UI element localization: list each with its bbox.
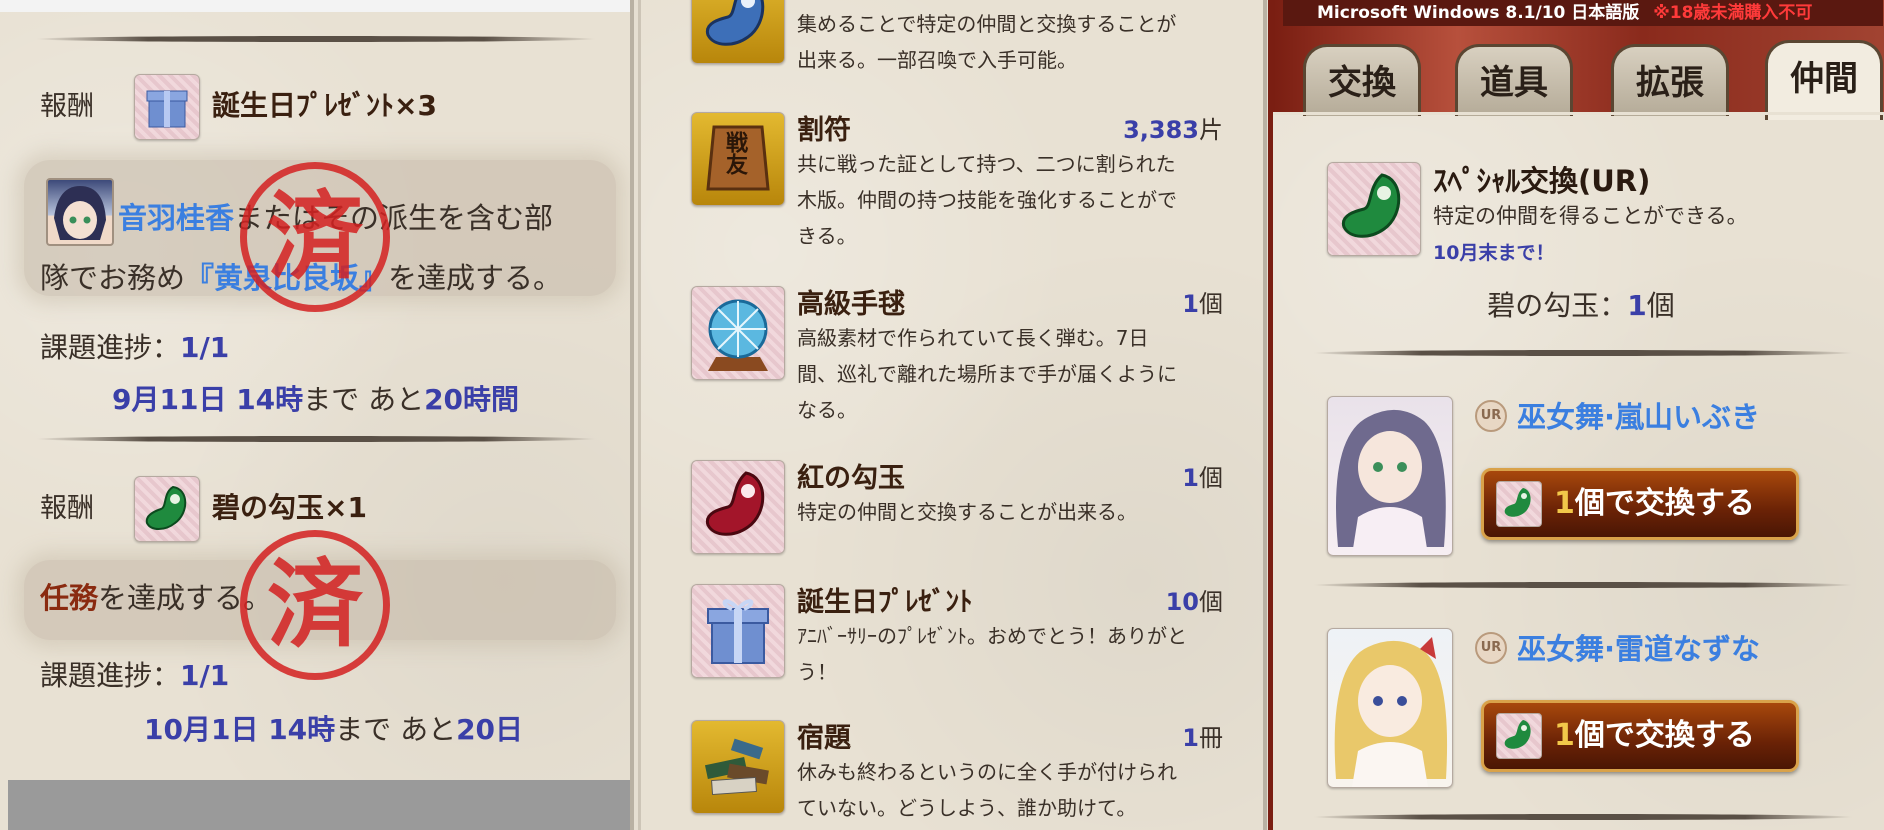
exchange-button-label: 1個で交換する <box>1554 486 1755 521</box>
mission-panel: 報酬 誕生日ﾌﾟﾚｾﾞﾝﾄ×3 音羽桂香またはその派生を含む部 隊でお務め『黄泉… <box>0 0 634 830</box>
requirement-text: 隊でお務め <box>40 261 186 295</box>
special-exchange-deadline: 10月末まで！ <box>1433 242 1555 264</box>
divider <box>36 36 596 42</box>
blue-magatama-icon <box>691 0 785 64</box>
deadline-line: 9月11日 14時まで あと20時間 <box>112 378 519 418</box>
ad-banner[interactable]: Microsoft Windows 8.1/10 日本語版 ※18歳未満購入不可 <box>1283 0 1883 26</box>
tab-baseline <box>1273 112 1884 115</box>
gift-box-icon <box>134 74 200 140</box>
exchange-button[interactable]: 1個で交換する <box>1481 468 1799 540</box>
reward-item-name: 誕生日ﾌﾟﾚｾﾞﾝﾄ×3 <box>212 89 437 122</box>
task-link[interactable]: 任務 <box>40 581 98 615</box>
progress-value: 1/1 <box>180 659 230 692</box>
exchange-panel: Microsoft Windows 8.1/10 日本語版 ※18歳未満購入不可… <box>1268 0 1884 830</box>
item-description: 木版。仲間の持つ技能を強化することがで <box>797 188 1177 212</box>
item-name: 誕生日ﾌﾟﾚｾﾞﾝﾄ <box>797 587 973 618</box>
green-magatama-icon <box>134 476 200 542</box>
item-description: 集めることで特定の仲間と交換することが <box>797 12 1177 36</box>
progress-value: 1/1 <box>180 331 230 364</box>
item-description: ｱﾆﾊﾞｰｻﾘｰのﾌﾟﾚｾﾞﾝﾄ。おめでとう！ありがと <box>797 624 1187 648</box>
divider <box>36 436 596 442</box>
completed-stamp: 済 <box>240 162 390 312</box>
deadline-remaining: 20時間 <box>424 383 520 416</box>
banner-text: Microsoft Windows 8.1/10 日本語版 <box>1317 3 1640 23</box>
item-description: 共に戦った証として持つ、二つに割られた <box>797 152 1176 176</box>
tally-tablet-icon: 戦友 <box>691 112 785 206</box>
progress-line: 課題進捗：1/1 <box>40 326 229 366</box>
item-list-panel: 集めることで特定の仲間と交換することが 出来る。一部召喚で入手可能。 戦友 割符… <box>638 0 1267 830</box>
item-name: 高級手毬 <box>797 289 905 320</box>
item-description: 特定の仲間と交換することが出来る。 <box>797 500 1137 524</box>
divider <box>1313 814 1853 820</box>
tab-tools[interactable]: 道具 <box>1455 44 1573 116</box>
item-description: きる。 <box>797 224 857 248</box>
item-description: 休みも終わるというのに全く手が付けられ <box>797 760 1177 784</box>
ur-rarity-icon: UR <box>1475 400 1507 432</box>
companion-name-link[interactable]: 巫女舞·雷道なずな <box>1517 626 1760 668</box>
exchange-button-label: 1個で交換する <box>1554 718 1755 753</box>
divider <box>1313 582 1853 588</box>
green-magatama-icon <box>1496 713 1542 759</box>
stock-label: 碧の勾玉： <box>1487 289 1628 322</box>
item-description: ていない。どうしよう、誰か助けて。 <box>797 796 1137 820</box>
item-description: 出来る。一部召喚で入手可能。 <box>797 48 1077 72</box>
tab-exchange[interactable]: 交換 <box>1303 44 1421 116</box>
deadline-line: 10月1日 14時まで あと20日 <box>144 708 523 748</box>
deadline-text: まで あと <box>303 383 425 416</box>
banner-warning: ※18歳未満購入不可 <box>1653 3 1813 23</box>
exchange-button[interactable]: 1個で交換する <box>1481 700 1799 772</box>
deadline-date: 9月11日 14時 <box>112 383 304 416</box>
companion-name-link[interactable]: 巫女舞·嵐山いぶき <box>1517 394 1760 436</box>
deadline-remaining: 20日 <box>456 713 524 746</box>
deadline-text: まで あと <box>335 713 457 746</box>
item-count: 1冊 <box>1182 724 1223 752</box>
requirement-text: を達成する。 <box>388 261 563 295</box>
green-magatama-icon <box>1496 481 1542 527</box>
ur-rarity-icon: UR <box>1475 632 1507 664</box>
temari-ball-icon <box>691 286 785 380</box>
deadline-date: 10月1日 14時 <box>144 713 336 746</box>
item-count: 10個 <box>1165 588 1223 616</box>
tab-companions[interactable]: 仲間 <box>1765 40 1883 120</box>
red-magatama-icon <box>691 460 785 554</box>
homework-books-icon <box>691 720 785 814</box>
item-name: 割符 <box>797 115 851 146</box>
item-count: 1個 <box>1182 464 1223 492</box>
character-name-link[interactable]: 音羽桂香 <box>118 201 234 235</box>
progress-line: 課題進捗：1/1 <box>40 654 229 694</box>
divider <box>1313 350 1853 356</box>
reward-label: 報酬 <box>40 91 94 122</box>
special-exchange-title: ｽﾍﾟｼｬﾙ交換(UR) <box>1433 164 1651 198</box>
character-portrait[interactable] <box>1327 628 1453 788</box>
item-description: なる。 <box>797 398 857 422</box>
completed-stamp: 済 <box>240 530 390 680</box>
progress-label: 課題進捗： <box>40 331 181 364</box>
tab-expansion[interactable]: 拡張 <box>1611 44 1729 116</box>
tablet-engraving: 戦友 <box>722 131 748 175</box>
item-count: 1個 <box>1182 290 1223 318</box>
gift-box-icon <box>691 584 785 678</box>
stock-count: 1 <box>1627 289 1647 322</box>
reward-item-name: 碧の勾玉×1 <box>212 491 367 524</box>
reward-label: 報酬 <box>40 493 94 524</box>
special-exchange-desc: 特定の仲間を得ることができる。 <box>1433 204 1748 228</box>
progress-label: 課題進捗： <box>40 659 181 692</box>
green-magatama-icon <box>1327 162 1421 256</box>
item-name: 宿題 <box>797 723 851 754</box>
top-edge <box>0 0 630 12</box>
item-name: 紅の勾玉 <box>797 463 905 494</box>
item-description: 間、巡礼で離れた場所まで手が届くように <box>797 362 1177 386</box>
currency-stock: 碧の勾玉：1個 <box>1273 284 1884 324</box>
character-portrait[interactable] <box>1327 396 1453 556</box>
item-count: 3,383片 <box>1123 116 1223 144</box>
item-description: う！ <box>797 660 837 684</box>
item-description: 高級素材で作られていて長く弾む。7日 <box>797 326 1149 350</box>
footer-bar <box>8 780 630 830</box>
stock-unit: 個 <box>1646 289 1675 322</box>
